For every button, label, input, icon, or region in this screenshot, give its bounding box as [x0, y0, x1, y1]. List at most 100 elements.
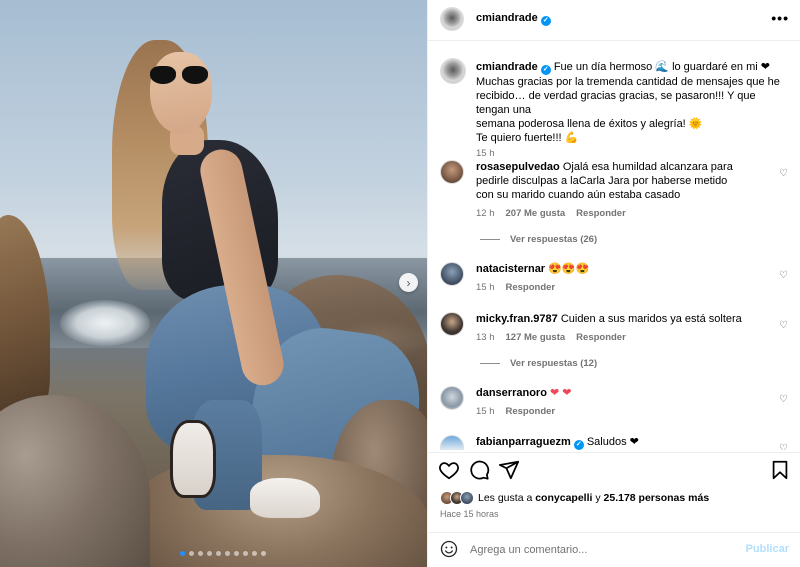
view-replies-label[interactable]: Ver respuestas (26) [510, 234, 597, 245]
avatar[interactable] [440, 7, 464, 31]
verified-badge-icon: ✓ [540, 16, 551, 26]
post-side-panel: cmiandrade ✓ ••• cmiandrade ✓ Fue un día h… [427, 0, 800, 567]
comment-time: 12 h [476, 208, 495, 219]
comment-username[interactable]: danserranoro [476, 387, 547, 399]
cliff-rock [0, 215, 50, 415]
heart-small-icon[interactable]: ♡ [779, 443, 788, 450]
carousel-dot [216, 551, 221, 556]
carousel-dot [180, 551, 185, 556]
post-actions: Les gusta a conycapelli y 25.178 persona… [428, 452, 800, 532]
figure-face [150, 52, 212, 134]
heart-small-icon[interactable]: ♡ [779, 270, 788, 281]
comment-body: micky.fran.9787 Cuiden a sus maridos ya … [476, 312, 746, 326]
caption-timestamp: 15 h [476, 148, 495, 159]
carousel-dot [234, 551, 239, 556]
comment-body: danserranoro ❤ ❤ [476, 386, 746, 400]
username-text[interactable]: cmiandrade [476, 12, 538, 24]
comment-meta: 12 h 207 Me gusta Responder [476, 208, 626, 219]
reply-button[interactable]: Responder [506, 282, 556, 293]
bookmark-icon[interactable] [769, 459, 791, 481]
avatar[interactable] [440, 386, 464, 410]
liker-avatar [460, 491, 474, 505]
comment-likes[interactable]: 207 Me gusta [506, 208, 566, 219]
comment-text: Saludos ❤ [586, 436, 639, 448]
comment-time: 15 h [476, 282, 495, 293]
paper-plane-icon[interactable] [498, 459, 520, 481]
smiley-icon[interactable] [440, 540, 458, 558]
heart-small-icon[interactable]: ♡ [779, 320, 788, 331]
divider [480, 239, 500, 240]
view-replies-label[interactable]: Ver respuestas (12) [510, 358, 597, 369]
comment-time: 15 h [476, 406, 495, 417]
avatar[interactable] [440, 160, 464, 184]
caption-username[interactable]: cmiandrade [476, 61, 538, 73]
sneaker [250, 478, 320, 518]
likes-summary[interactable]: Les gusta a conycapelli y 25.178 persona… [440, 491, 709, 505]
caption-line: recibido… de verdad gracias gracias, se … [476, 90, 756, 116]
carousel-dot [243, 551, 248, 556]
avatar[interactable] [440, 262, 464, 286]
likes-count[interactable]: 25.178 personas más [604, 492, 710, 504]
verified-badge-icon: ✓ [540, 65, 551, 75]
reply-button[interactable]: Responder [576, 208, 626, 219]
liker-username[interactable]: conycapelli [535, 492, 592, 504]
add-comment-bar: Publicar [428, 532, 800, 567]
caption-text: cmiandrade ✓ Fue un día hermoso 🌊 lo guar… [476, 60, 790, 145]
header-username[interactable]: cmiandrade ✓ [476, 12, 551, 26]
comment-meta: 15 h Responder [476, 406, 555, 417]
comment-body: natacisternar 😍😍😍 [476, 262, 746, 276]
chevron-right-icon: › [406, 275, 411, 290]
view-replies-button[interactable]: Ver respuestas (12) [480, 358, 597, 369]
comment-bubble-icon[interactable] [468, 459, 490, 481]
avatar[interactable] [440, 312, 464, 336]
avatar[interactable] [440, 435, 464, 450]
view-replies-button[interactable]: Ver respuestas (26) [480, 234, 597, 245]
likes-text: Les gusta a conycapelli y 25.178 persona… [478, 492, 709, 504]
carousel-dot [225, 551, 230, 556]
comment-username[interactable]: natacisternar [476, 263, 545, 275]
likes-prefix: Les gusta a [478, 492, 533, 504]
post-header: cmiandrade ✓ ••• [428, 0, 800, 41]
caption-line: Te quiero fuerte!!! 💪 [476, 132, 579, 144]
carousel-dot [198, 551, 203, 556]
comment-body: fabianparraguezm ✓ Saludos ❤ [476, 435, 746, 450]
comment-username[interactable]: fabianparraguezm [476, 436, 571, 448]
comment-likes[interactable]: 127 Me gusta [506, 332, 566, 343]
divider [480, 363, 500, 364]
comment-meta: 13 h 127 Me gusta Responder [476, 332, 626, 343]
comment-text: 😍😍😍 [548, 263, 590, 275]
heart-small-icon[interactable]: ♡ [779, 168, 788, 179]
more-options-icon[interactable]: ••• [771, 10, 789, 26]
post-comment-button[interactable]: Publicar [746, 543, 789, 555]
carousel-dot [261, 551, 266, 556]
comment-input[interactable] [470, 540, 740, 560]
comment-text: Cuiden a sus maridos ya está soltera [560, 313, 742, 325]
reply-button[interactable]: Responder [576, 332, 626, 343]
reply-button[interactable]: Responder [506, 406, 556, 417]
post-photo[interactable]: › [0, 0, 427, 567]
comment-username[interactable]: rosasepulvedao [476, 161, 560, 173]
comment-time: 13 h [476, 332, 495, 343]
comments-scroll-area[interactable]: cmiandrade ✓ Fue un día hermoso 🌊 lo guar… [428, 42, 800, 450]
sunglasses [150, 66, 210, 86]
caption-line: Muchas gracias por la tremenda cantidad … [476, 76, 780, 88]
post-date: Hace 15 horas [440, 509, 499, 519]
verified-badge-icon: ✓ [573, 440, 584, 450]
carousel-next-button[interactable]: › [399, 273, 418, 292]
heart-outline-icon[interactable] [438, 459, 460, 481]
carousel-dot [189, 551, 194, 556]
comment-body: rosasepulvedao Ojalá esa humildad alcanz… [476, 160, 746, 202]
heart-small-icon[interactable]: ♡ [779, 394, 788, 405]
carousel-dot [207, 551, 212, 556]
caption-line: Fue un día hermoso 🌊 lo guardaré en mi ❤ [553, 61, 770, 73]
likes-connector: y [595, 492, 601, 504]
carousel-dots [180, 551, 266, 556]
wave-foam [60, 300, 150, 346]
comment-username[interactable]: micky.fran.9787 [476, 313, 558, 325]
carousel-dot [252, 551, 257, 556]
avatar[interactable] [440, 58, 466, 84]
caption-line: semana poderosa llena de éxitos y alegrí… [476, 118, 703, 130]
foreground-rock [0, 395, 150, 567]
comment-text: ❤ ❤ [549, 387, 572, 399]
sneaker [170, 420, 216, 498]
